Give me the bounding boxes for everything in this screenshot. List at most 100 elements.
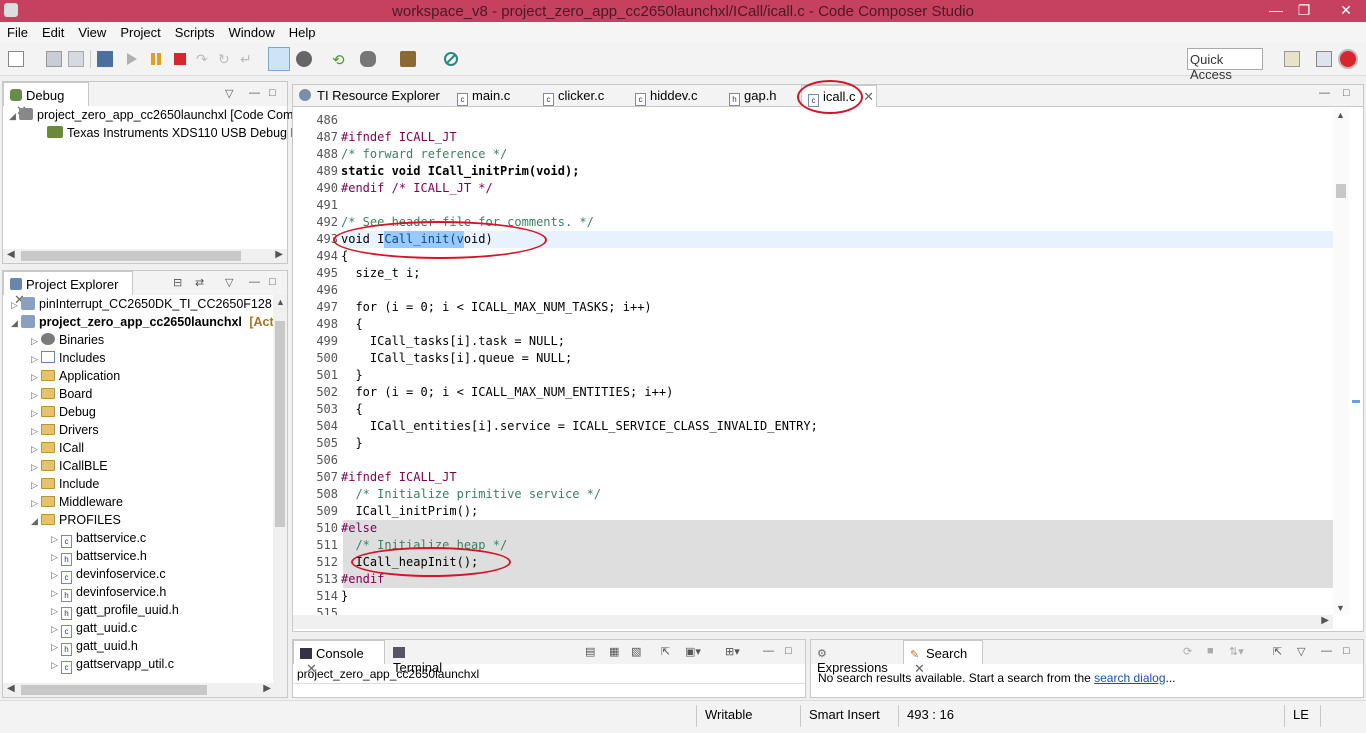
display-console-icon[interactable]: ▣▾	[685, 645, 701, 658]
view-menu-icon[interactable]: ▽	[225, 87, 233, 100]
tab-gap-h[interactable]: h gap.h	[729, 85, 789, 107]
console-hscrollbar[interactable]	[293, 683, 805, 697]
debug-view-hscroll-thumb[interactable]	[21, 251, 241, 261]
close-icon[interactable]: ✕	[863, 89, 874, 104]
expand-toggle-icon[interactable]: ▷	[31, 480, 41, 491]
scroll-left-icon[interactable]: ◀	[7, 683, 15, 694]
debug-target-row[interactable]: Texas Instruments XDS110 USB Debug Prol	[47, 126, 313, 144]
expand-toggle-icon[interactable]: ▷	[51, 570, 61, 581]
editor-hscrollbar[interactable]: ▶	[293, 615, 1333, 629]
expand-toggle-icon[interactable]: ◢	[11, 318, 21, 329]
minimize-view-icon[interactable]: —	[1321, 645, 1332, 657]
expand-toggle-icon[interactable]: ▷	[51, 642, 61, 653]
new-file-icon[interactable]	[8, 51, 24, 67]
debug-config-icon[interactable]	[296, 51, 312, 67]
debug-view-hscrollbar[interactable]: ◀ ▶	[3, 249, 287, 263]
expand-toggle-icon[interactable]: ▷	[51, 534, 61, 545]
tab-project-explorer[interactable]: Project Explorer ✕	[3, 271, 133, 307]
file-row[interactable]: ▷ h devinfoservice.h	[51, 585, 166, 603]
expand-toggle-icon[interactable]: ▷	[31, 462, 41, 473]
scroll-up-icon[interactable]: ▲	[1336, 110, 1345, 120]
tree-vscrollbar[interactable]: ▲	[273, 295, 287, 683]
minimize-view-icon[interactable]: —	[763, 645, 774, 657]
editor-vscrollbar[interactable]: ▲ ▼	[1333, 108, 1349, 615]
expand-toggle-icon[interactable]: ▷	[51, 588, 61, 599]
file-row[interactable]: ▷ h gatt_uuid.h	[51, 639, 138, 657]
scroll-up-icon[interactable]: ▲	[276, 297, 285, 307]
expand-toggle-icon[interactable]: ▷	[31, 336, 41, 347]
quick-access-field[interactable]: Quick Access	[1187, 48, 1263, 82]
folder-row[interactable]: ▷ ICallBLE	[31, 459, 108, 477]
cancel-search-icon[interactable]: ■	[1207, 645, 1214, 657]
folder-row[interactable]: ▷ Binaries	[31, 333, 104, 351]
folder-row[interactable]: ▷ Include	[31, 477, 99, 495]
folder-row[interactable]: ▷ Application	[31, 369, 120, 387]
step-return-icon[interactable]: ↵	[240, 51, 256, 67]
expand-toggle-icon[interactable]: ▷	[31, 408, 41, 419]
file-row[interactable]: ▷ h gatt_profile_uuid.h	[51, 603, 179, 621]
expand-toggle-icon[interactable]: ▷	[51, 606, 61, 617]
open-perspective-icon[interactable]	[1284, 51, 1300, 67]
tree-hscrollbar[interactable]: ◀ ▶	[3, 683, 287, 697]
debug-session-row[interactable]: ◢ project_zero_app_cc2650launchxl [Code C…	[9, 108, 300, 126]
folder-row[interactable]: ▷ Drivers	[31, 423, 99, 441]
menu-file[interactable]: File	[0, 22, 35, 40]
tab-expressions[interactable]: ⚙Expressions	[811, 640, 903, 675]
tab-console[interactable]: Console ✕	[293, 640, 385, 676]
expand-toggle-icon[interactable]: ▷	[31, 354, 41, 365]
maximize-view-icon[interactable]: □	[785, 645, 792, 657]
file-row[interactable]: ▷ c gattservapp_util.c	[51, 657, 174, 675]
maximize-view-icon[interactable]: □	[1343, 645, 1350, 657]
expand-toggle-icon[interactable]: ▷	[51, 660, 61, 671]
close-window-button[interactable]: ✕	[1330, 1, 1362, 19]
terminal-icon[interactable]	[97, 51, 113, 67]
view-menu-icon[interactable]: ▽	[225, 276, 233, 289]
expand-toggle-icon[interactable]: ▷	[31, 426, 41, 437]
clear-console-icon[interactable]: ▤	[585, 645, 595, 658]
view-menu-icon[interactable]: ▽	[1297, 645, 1305, 658]
search-icon[interactable]	[443, 51, 459, 67]
menu-project[interactable]: Project	[113, 22, 167, 40]
file-row[interactable]: ▷ h battservice.h	[51, 549, 147, 567]
project-row[interactable]: ▷ pinInterrupt_CC2650DK_TI_CC2650F128	[11, 297, 272, 315]
word-wrap-icon[interactable]: ▧	[631, 645, 641, 658]
expand-toggle-icon[interactable]: ▷	[31, 444, 41, 455]
step-into-icon[interactable]: ↷	[196, 51, 212, 67]
project-row[interactable]: ◢ project_zero_app_cc2650launchxl [Activ	[11, 315, 284, 333]
search-dialog-link[interactable]: search dialog	[1094, 671, 1165, 685]
maximize-view-icon[interactable]: □	[269, 87, 276, 99]
scroll-left-icon[interactable]: ◀	[7, 249, 15, 260]
folder-row[interactable]: ▷ Includes	[31, 351, 106, 369]
open-console-icon[interactable]: ⊞▾	[725, 645, 740, 658]
scroll-lock-icon[interactable]: ▦	[609, 645, 619, 658]
tab-clicker-c[interactable]: c clicker.c	[543, 85, 623, 107]
minimize-button[interactable]: —	[1262, 1, 1290, 19]
scroll-right-icon[interactable]: ▶	[275, 249, 283, 260]
tab-terminal[interactable]: Terminal	[387, 640, 459, 675]
minimize-view-icon[interactable]: —	[249, 87, 260, 99]
tree-hscroll-thumb[interactable]	[21, 685, 207, 695]
search-history-icon[interactable]: ⇅▾	[1229, 645, 1244, 658]
folder-row[interactable]: ▷ Debug	[31, 405, 96, 423]
menu-view[interactable]: View	[71, 22, 113, 40]
menu-edit[interactable]: Edit	[35, 22, 71, 40]
maximize-view-icon[interactable]: □	[1343, 87, 1350, 99]
scroll-right-icon[interactable]: ▶	[1321, 615, 1329, 626]
folder-row[interactable]: ▷ ICall	[31, 441, 84, 459]
debug-bug-icon[interactable]	[360, 51, 376, 67]
menu-scripts[interactable]: Scripts	[168, 22, 222, 40]
file-row[interactable]: ▷ c battservice.c	[51, 531, 146, 549]
step-over-icon[interactable]: ↻	[218, 51, 234, 67]
tab-search[interactable]: ✎ Search ✕	[903, 640, 983, 676]
tab-hiddev-c[interactable]: c hiddev.c	[635, 85, 715, 107]
resume-icon[interactable]	[124, 51, 140, 67]
tree-vscroll-thumb[interactable]	[275, 321, 285, 527]
expand-toggle-icon[interactable]: ▷	[31, 372, 41, 383]
minimize-view-icon[interactable]: —	[1319, 87, 1330, 99]
refresh-search-icon[interactable]: ⟳	[1183, 645, 1192, 658]
menu-window[interactable]: Window	[222, 22, 282, 40]
suspend-icon[interactable]	[148, 51, 164, 67]
expand-toggle-icon[interactable]: ▷	[11, 300, 21, 311]
pin-search-icon[interactable]: ⇱	[1273, 645, 1282, 658]
link-editor-icon[interactable]: ⇄	[195, 276, 204, 289]
